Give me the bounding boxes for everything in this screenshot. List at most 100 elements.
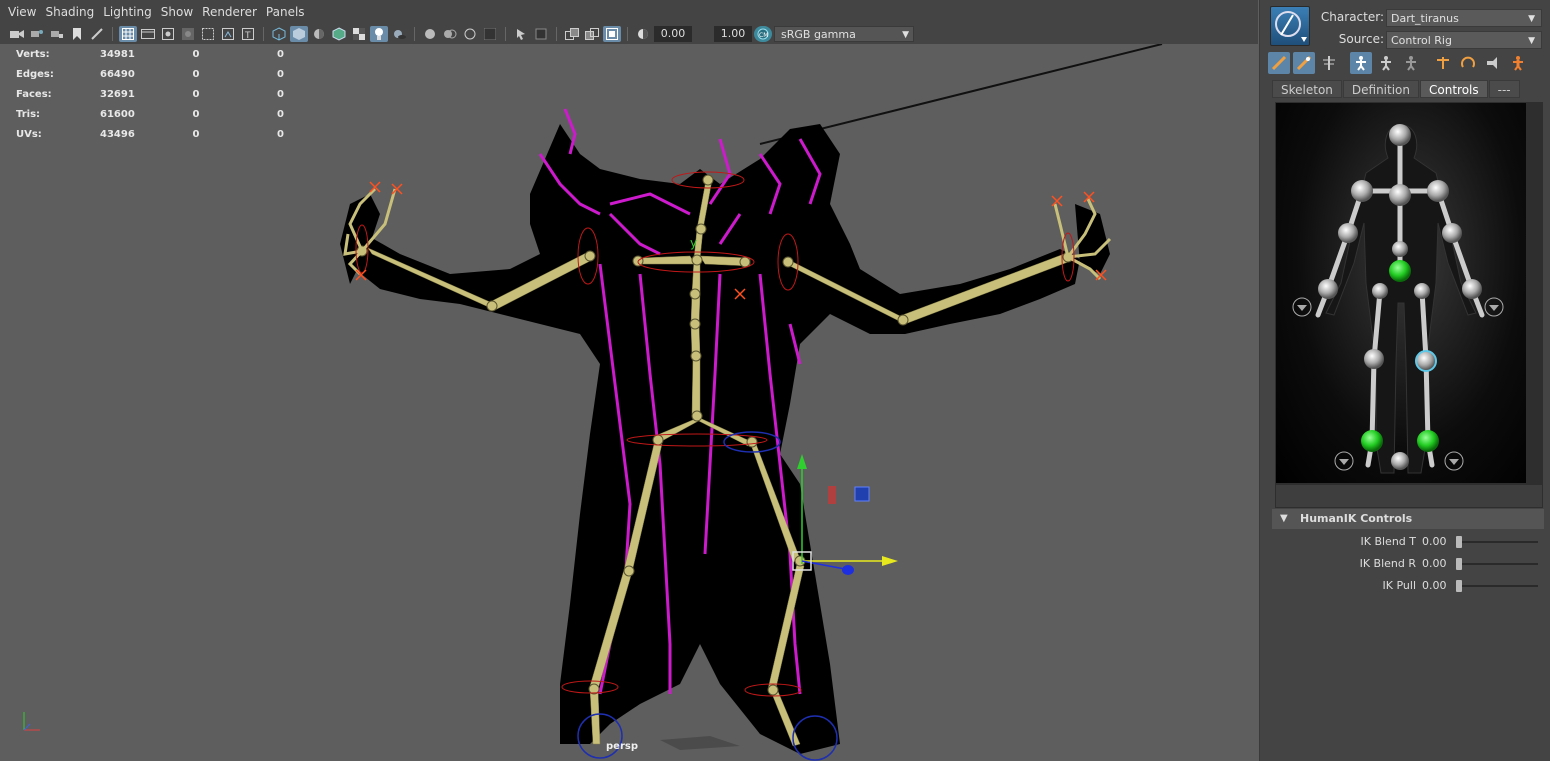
show-fk-icon[interactable] (1350, 52, 1372, 74)
slider-handle[interactable] (1456, 558, 1462, 570)
body-part-ik-icon[interactable] (1293, 52, 1315, 74)
slider-track[interactable] (1458, 563, 1538, 565)
camera-select-icon[interactable] (8, 26, 26, 42)
left-hip-effector[interactable] (1372, 283, 1388, 299)
reference-effector[interactable] (1391, 452, 1409, 470)
right-shoulder-effector[interactable] (1427, 180, 1449, 202)
tab-definition[interactable]: Definition (1342, 80, 1419, 98)
xray-icon[interactable] (563, 26, 581, 42)
left-elbow-effector[interactable] (1338, 223, 1358, 243)
full-body-ik-icon[interactable] (1268, 52, 1290, 74)
default-material-icon[interactable] (310, 26, 328, 42)
shadows-icon[interactable] (390, 26, 408, 42)
show-ik-icon[interactable] (1375, 52, 1397, 74)
select-camera-icon[interactable] (512, 26, 530, 42)
lights-icon[interactable] (370, 26, 388, 42)
gamma-field[interactable]: 1.00 (714, 26, 752, 42)
character-dropdown[interactable]: Dart_tiranus ▼ (1386, 9, 1542, 27)
slider-value-field[interactable]: 0.00 (1422, 555, 1452, 573)
slider-handle[interactable] (1456, 580, 1462, 592)
slider-value-field[interactable]: 0.00 (1422, 577, 1452, 595)
slider-value-field[interactable]: 0.00 (1422, 533, 1452, 551)
xray-active-icon[interactable] (583, 26, 601, 42)
menu-view[interactable]: View (4, 0, 41, 24)
depth-of-field-icon[interactable] (481, 26, 499, 42)
color-space-dropdown[interactable]: sRGB gamma ▼ (774, 26, 914, 42)
toolbar-divider (627, 27, 628, 41)
character-scene[interactable]: y (0, 44, 1258, 761)
character-pose-icon[interactable] (1507, 52, 1529, 74)
safe-action-icon[interactable] (219, 26, 237, 42)
viewport-panel[interactable]: View Shading Lighting Show Renderer Pane… (0, 0, 1260, 761)
menu-lighting[interactable]: Lighting (99, 0, 157, 24)
menu-shading[interactable]: Shading (41, 0, 99, 24)
xray-joints-icon[interactable] (603, 26, 621, 42)
bookmark-icon[interactable] (68, 26, 86, 42)
isolate-select-icon[interactable] (532, 26, 550, 42)
head-effector[interactable] (1389, 124, 1411, 146)
character-label: Character: (1320, 10, 1384, 24)
slider-label: IK Pull (1382, 579, 1416, 592)
figure-scrollbar[interactable] (1526, 103, 1542, 483)
pin-icon[interactable] (1482, 52, 1504, 74)
tab-more[interactable]: --- (1488, 80, 1520, 98)
reset-pose-icon[interactable] (1457, 52, 1479, 74)
right-wrist-effector[interactable] (1462, 279, 1482, 299)
ik-blend-r-slider-row: IK Blend R 0.00 (1262, 555, 1550, 573)
grid-icon[interactable] (119, 26, 137, 42)
camera-lock-icon[interactable] (48, 26, 66, 42)
wireframe-icon[interactable] (270, 26, 288, 42)
humanik-controls-section-header[interactable]: ▼ HumanIK Controls (1272, 509, 1544, 529)
expand-arrows[interactable] (1292, 297, 1504, 471)
anti-aliasing-icon[interactable] (461, 26, 479, 42)
skeleton-selection-icon[interactable] (1318, 52, 1340, 74)
hips-effector[interactable] (1389, 260, 1411, 282)
color-management-icon[interactable]: CM (754, 26, 772, 42)
slider-handle[interactable] (1456, 536, 1462, 548)
mirror-pose-icon[interactable] (1432, 52, 1454, 74)
resolution-gate-icon[interactable] (159, 26, 177, 42)
slider-track[interactable] (1458, 585, 1538, 587)
tab-controls[interactable]: Controls (1420, 80, 1488, 98)
right-hip-effector[interactable] (1414, 283, 1430, 299)
right-elbow-effector[interactable] (1442, 223, 1462, 243)
figure-footer (1275, 484, 1543, 508)
exposure-icon[interactable] (634, 26, 652, 42)
left-shoulder-effector[interactable] (1351, 180, 1373, 202)
source-dropdown[interactable]: Control Rig ▼ (1386, 31, 1542, 49)
right-knee-effector[interactable] (1415, 350, 1437, 372)
exposure-field[interactable]: 0.00 (654, 26, 692, 42)
slider-track[interactable] (1458, 541, 1538, 543)
spine-effector[interactable] (1392, 241, 1408, 257)
smooth-shade-icon[interactable] (290, 26, 308, 42)
toolbar-divider (556, 27, 557, 41)
chest-effector[interactable] (1389, 184, 1411, 206)
menu-panels[interactable]: Panels (262, 0, 310, 24)
viewport-menubar: View Shading Lighting Show Renderer Pane… (0, 0, 1258, 24)
ambient-occlusion-icon[interactable] (421, 26, 439, 42)
tab-skeleton[interactable]: Skeleton (1272, 80, 1342, 98)
safe-title-icon[interactable]: T (239, 26, 257, 42)
ik-blend-t-slider-row: IK Blend T 0.00 (1262, 533, 1550, 551)
wireframe-on-shaded-icon[interactable] (330, 26, 348, 42)
humanik-panel: Character: Dart_tiranus ▼ Source: Control… (1262, 0, 1550, 761)
pen-icon[interactable] (88, 26, 106, 42)
menu-show[interactable]: Show (157, 0, 198, 24)
right-ankle-effector[interactable] (1417, 430, 1439, 452)
humanik-controls-figure[interactable] (1275, 102, 1543, 484)
gate-mask-icon[interactable] (179, 26, 197, 42)
left-knee-effector[interactable] (1364, 349, 1384, 369)
textured-icon[interactable] (350, 26, 368, 42)
toolbar-divider (414, 27, 415, 41)
show-skeleton-icon[interactable] (1400, 52, 1422, 74)
collapse-triangle-icon[interactable]: ▼ (1280, 509, 1288, 529)
motion-blur-icon[interactable] (441, 26, 459, 42)
menu-renderer[interactable]: Renderer (198, 0, 262, 24)
toolbar-divider (263, 27, 264, 41)
left-ankle-effector[interactable] (1361, 430, 1383, 452)
field-chart-icon[interactable] (199, 26, 217, 42)
left-wrist-effector[interactable] (1318, 279, 1338, 299)
camera-attributes-icon[interactable] (28, 26, 46, 42)
body-effector-map[interactable] (1276, 103, 1526, 483)
film-gate-icon[interactable] (139, 26, 157, 42)
